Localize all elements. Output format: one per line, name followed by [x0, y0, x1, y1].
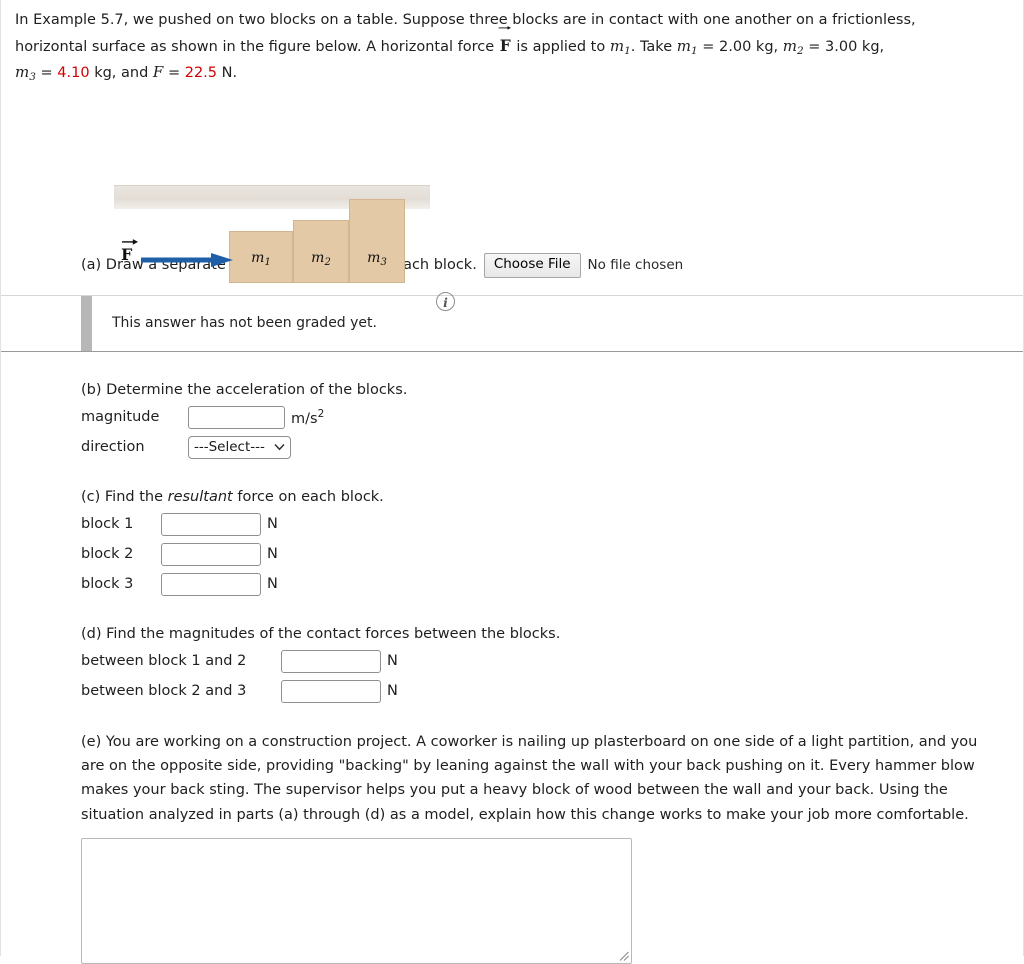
- contact-force-23-unit: N: [387, 683, 398, 700]
- force-equals: =: [167, 65, 181, 82]
- part-c-prompt-after: force on each block.: [232, 488, 384, 505]
- magnitude-label: magnitude: [81, 409, 160, 426]
- magnitude-input[interactable]: [188, 405, 285, 429]
- force-vector-letter: F: [499, 35, 511, 55]
- mass3-symbol: m: [15, 63, 30, 82]
- block-m3: m3: [349, 199, 405, 284]
- part-e-answer-textarea[interactable]: [81, 838, 632, 964]
- contact-force-23-row: between block 2 and 3 N: [81, 679, 1023, 703]
- magnitude-row: magnitude m/s2: [81, 405, 1023, 429]
- part-b: (b) Determine the acceleration of the bl…: [1, 382, 1023, 459]
- mass3-value: 4.10: [57, 65, 90, 82]
- part-c-prompt: (c) Find the resultant force on each blo…: [81, 489, 1023, 505]
- block3-force-unit: N: [267, 576, 278, 593]
- block3-force-row: block 3 N: [81, 572, 1023, 596]
- mass1-symbol-2: m: [676, 36, 691, 55]
- notice-accent-bar: [81, 295, 92, 351]
- force-value: 22.5: [184, 65, 218, 82]
- statement-line-1-text: In Example 5.7, we pushed on two blocks …: [15, 12, 916, 28]
- force-vector-symbol: F: [498, 26, 512, 59]
- block3-force-input[interactable]: [161, 572, 261, 596]
- mass2-subscript: 2: [796, 44, 804, 57]
- block2-force-unit: N: [267, 546, 278, 563]
- block-m1-subscript: 1: [264, 257, 271, 269]
- magnitude-unit: m/s2: [291, 408, 324, 427]
- force-symbol-plain: F: [152, 63, 164, 82]
- mass2-symbol: m: [782, 36, 797, 55]
- statement-line-2-text-c: . Take: [630, 38, 677, 55]
- part-c-prompt-emphasis: resultant: [167, 488, 233, 505]
- force-arrow-icon: [141, 253, 233, 268]
- problem-page: In Example 5.7, we pushed on two blocks …: [0, 0, 1024, 964]
- block-m1-label: m1: [230, 250, 292, 268]
- contact-force-23-label: between block 2 and 3: [81, 683, 247, 700]
- part-d: (d) Find the magnitudes of the contact f…: [1, 626, 1023, 703]
- ungraded-notice: This answer has not been graded yet.: [1, 294, 1023, 352]
- mass1-subscript: 1: [624, 44, 631, 57]
- problem-statement: In Example 5.7, we pushed on two blocks …: [1, 0, 1023, 87]
- contact-force-12-row: between block 1 and 2 N: [81, 649, 1023, 673]
- statement-line-2-text-a: horizontal surface as shown in the figur…: [15, 38, 499, 55]
- figure-force-label: F: [121, 239, 138, 265]
- mass1-symbol: m: [609, 36, 625, 55]
- statement-line-3: m3 = 4.10 kg, and F = 22.5 N.: [15, 60, 1007, 87]
- vector-arrow-overbar-icon: [121, 239, 138, 245]
- statement-line-2-text-b: is applied to: [511, 38, 610, 55]
- magnitude-unit-exponent: 2: [317, 407, 325, 420]
- mass3-equals: =: [40, 65, 53, 82]
- mass3-unit: kg, and: [94, 65, 149, 82]
- mass3-subscript: 3: [29, 71, 36, 84]
- part-e: (e) You are working on a construction pr…: [1, 730, 1023, 964]
- contact-force-12-unit: N: [387, 653, 398, 670]
- block3-force-label: block 3: [81, 576, 134, 593]
- part-b-prompt: (b) Determine the acceleration of the bl…: [81, 381, 408, 398]
- blocks-figure: m1 m2 m3 F i: [1, 97, 1001, 312]
- part-c-prompt-before: (c) Find the: [81, 488, 168, 505]
- block-m2-label: m2: [294, 250, 348, 268]
- statement-line-1: In Example 5.7, we pushed on two blocks …: [15, 8, 1007, 33]
- figure-force-letter: F: [121, 245, 133, 265]
- block-m2: m2: [293, 220, 349, 284]
- block-m3-label: m3: [350, 250, 404, 268]
- direction-row: direction ---Select---: [81, 435, 1023, 459]
- block2-force-input[interactable]: [161, 542, 261, 566]
- force-unit: N.: [221, 65, 238, 82]
- direction-label: direction: [81, 439, 145, 456]
- block-m2-subscript: 2: [324, 257, 331, 269]
- part-d-prompt: (d) Find the magnitudes of the contact f…: [81, 625, 561, 642]
- resize-handle-icon[interactable]: [616, 948, 630, 962]
- block-m3-letter: m: [367, 250, 381, 267]
- part-c: (c) Find the resultant force on each blo…: [1, 489, 1023, 596]
- mass1-subscript-2: 1: [690, 44, 698, 57]
- no-file-chosen-text: No file chosen: [587, 257, 684, 274]
- chevron-down-icon: [274, 444, 285, 451]
- block1-force-row: block 1 N: [81, 512, 1023, 536]
- choose-file-button[interactable]: Choose File: [483, 253, 581, 278]
- block1-force-label: block 1: [81, 516, 134, 533]
- block-m2-letter: m: [311, 250, 325, 267]
- contact-force-12-label: between block 1 and 2: [81, 653, 247, 670]
- notice-text: This answer has not been graded yet.: [112, 315, 377, 332]
- part-e-prompt: (e) You are working on a construction pr…: [81, 733, 978, 823]
- direction-select[interactable]: ---Select---: [188, 435, 291, 459]
- mass1-value: = 2.00 kg,: [702, 38, 779, 55]
- block2-force-label: block 2: [81, 546, 134, 563]
- block1-force-input[interactable]: [161, 512, 261, 536]
- statement-line-2: horizontal surface as shown in the figur…: [15, 26, 1007, 61]
- direction-select-value: ---Select---: [194, 439, 265, 456]
- contact-force-23-input[interactable]: [281, 679, 381, 703]
- block-m3-subscript: 3: [380, 257, 387, 269]
- block-m1-letter: m: [251, 250, 265, 267]
- mass2-value: = 3.00 kg,: [808, 38, 885, 55]
- block1-force-unit: N: [267, 516, 278, 533]
- block-m1: m1: [229, 231, 293, 284]
- contact-force-12-input[interactable]: [281, 649, 381, 673]
- magnitude-unit-base: m/s: [291, 410, 318, 427]
- block2-force-row: block 2 N: [81, 542, 1023, 566]
